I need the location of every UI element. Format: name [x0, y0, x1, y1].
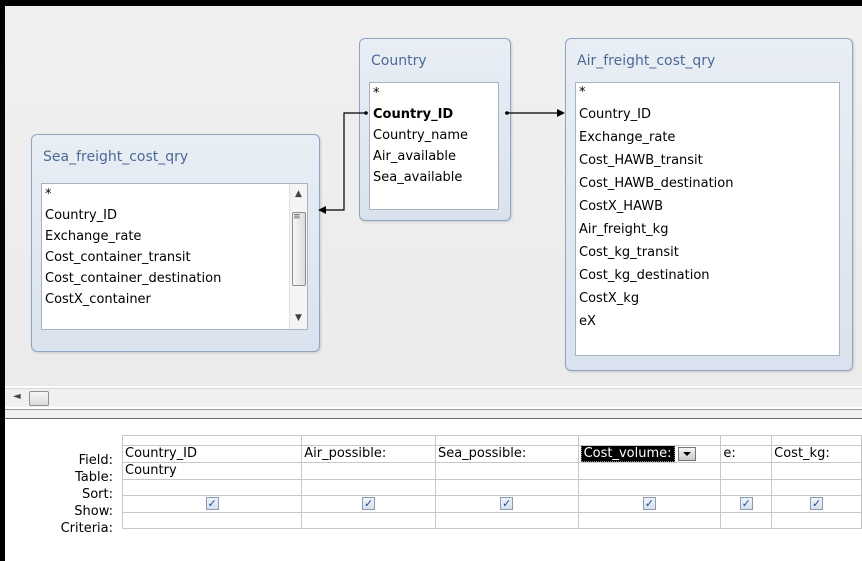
sort-row: [121, 479, 862, 496]
field-row: Country_ID Air_possible: Sea_possible: C…: [121, 445, 862, 463]
field-cell[interactable]: Country_ID: [121, 445, 303, 463]
table-country[interactable]: Country * Country_ID Country_name Air_av…: [359, 38, 511, 221]
field-item[interactable]: *: [42, 184, 307, 205]
row-label-criteria: Criteria:: [60, 521, 113, 536]
show-cell: ✓: [121, 495, 303, 513]
show-cell: ✓: [577, 495, 722, 513]
show-checkbox[interactable]: ✓: [739, 497, 753, 510]
show-cell: ✓: [771, 495, 862, 513]
horizontal-scrollbar[interactable]: ◄: [5, 388, 862, 407]
sort-cell[interactable]: [434, 479, 579, 496]
table-title: Air_freight_cost_qry: [577, 53, 716, 69]
field-item[interactable]: CostX_container: [42, 289, 307, 310]
column-selector[interactable]: [771, 435, 862, 446]
field-cell[interactable]: Sea_possible:: [434, 445, 579, 463]
field-item[interactable]: Cost_kg_transit: [576, 241, 839, 264]
column-selector[interactable]: [301, 435, 436, 446]
criteria-cell[interactable]: [577, 512, 722, 529]
field-cell[interactable]: Air_possible:: [301, 445, 436, 463]
field-item[interactable]: Exchange_rate: [42, 226, 307, 247]
vertical-scrollbar[interactable]: ▲ ≡ ▼: [289, 184, 307, 329]
field-item[interactable]: Cost_HAWB_destination: [576, 172, 839, 195]
grip-icon: ≡: [293, 212, 301, 222]
field-cell[interactable]: Cost_kg:: [771, 445, 862, 463]
criteria-cell[interactable]: [434, 512, 579, 529]
sort-cell[interactable]: [771, 479, 862, 496]
table-cell[interactable]: [301, 462, 436, 480]
field-item[interactable]: *: [370, 83, 498, 104]
column-selector[interactable]: [434, 435, 579, 446]
show-checkbox[interactable]: ✓: [810, 497, 824, 510]
table-cell[interactable]: [720, 462, 773, 480]
row-label-field: Field:: [78, 453, 113, 468]
selected-field-text[interactable]: Cost_volume:: [580, 446, 675, 462]
field-item[interactable]: CostX_HAWB: [576, 195, 839, 218]
table-cell[interactable]: [771, 462, 862, 480]
field-item[interactable]: Cost_container_destination: [42, 268, 307, 289]
scroll-down-arrow-icon[interactable]: ▼: [290, 310, 307, 327]
field-item[interactable]: eX: [576, 310, 839, 333]
criteria-cell[interactable]: [771, 512, 862, 529]
scroll-left-arrow-icon[interactable]: ◄: [13, 391, 21, 402]
field-item[interactable]: Exchange_rate: [576, 126, 839, 149]
field-item[interactable]: Cost_kg_destination: [576, 264, 839, 287]
field-item[interactable]: Country_ID: [576, 103, 839, 126]
criteria-row: [121, 512, 862, 529]
table-sea-freight-cost-qry[interactable]: Sea_freight_cost_qry * Country_ID Exchan…: [31, 134, 320, 352]
scroll-thumb[interactable]: [292, 212, 306, 286]
scroll-thumb[interactable]: [29, 391, 49, 406]
show-checkbox[interactable]: ✓: [362, 497, 376, 510]
field-cell[interactable]: e:: [720, 445, 773, 463]
table-title: Sea_freight_cost_qry: [43, 149, 189, 165]
dropdown-arrow-icon[interactable]: [677, 446, 696, 461]
show-checkbox[interactable]: ✓: [500, 497, 514, 510]
show-checkbox[interactable]: ✓: [205, 497, 219, 510]
column-selector[interactable]: [121, 435, 303, 446]
criteria-cell[interactable]: [121, 512, 303, 529]
design-pane: Sea_freight_cost_qry * Country_ID Exchan…: [5, 6, 862, 386]
column-selector[interactable]: [577, 435, 722, 446]
field-list[interactable]: * Country_ID Exchange_rate Cost_containe…: [41, 183, 308, 330]
field-item[interactable]: Cost_HAWB_transit: [576, 149, 839, 172]
row-label-show: Show:: [74, 504, 113, 519]
sort-cell[interactable]: [121, 479, 303, 496]
scroll-up-arrow-icon[interactable]: ▲: [290, 186, 307, 203]
show-row: ✓ ✓ ✓ ✓ ✓ ✓: [121, 495, 862, 513]
query-grid-area: Field: Table: Sort: Show: Criteria: Coun…: [5, 419, 862, 561]
show-cell: ✓: [434, 495, 579, 513]
field-item[interactable]: CostX_kg: [576, 287, 839, 310]
field-item[interactable]: *: [576, 83, 839, 103]
table-cell[interactable]: Country: [121, 462, 303, 480]
sort-cell[interactable]: [577, 479, 722, 496]
criteria-cell[interactable]: [720, 512, 773, 529]
field-item[interactable]: Sea_available: [370, 167, 498, 188]
sort-cell[interactable]: [301, 479, 436, 496]
table-cell[interactable]: [577, 462, 722, 480]
column-selector[interactable]: [720, 435, 773, 446]
field-item[interactable]: Air_freight_kg: [576, 218, 839, 241]
field-item[interactable]: Country_ID: [42, 205, 307, 226]
column-selector-row: [121, 435, 862, 446]
row-label-sort: Sort:: [81, 487, 113, 502]
field-cell-active[interactable]: Cost_volume:: [577, 445, 722, 463]
field-list[interactable]: * Country_ID Country_name Air_available …: [369, 82, 499, 210]
field-list[interactable]: * Country_ID Exchange_rate Cost_HAWB_tra…: [575, 82, 840, 356]
table-cell[interactable]: [434, 462, 579, 480]
criteria-cell[interactable]: [301, 512, 436, 529]
show-cell: ✓: [720, 495, 773, 513]
field-item[interactable]: Cost_container_transit: [42, 247, 307, 268]
field-item[interactable]: Country_name: [370, 125, 498, 146]
sort-cell[interactable]: [720, 479, 773, 496]
table-row: Country: [121, 462, 862, 480]
show-cell: ✓: [301, 495, 436, 513]
table-air-freight-cost-qry[interactable]: Air_freight_cost_qry * Country_ID Exchan…: [565, 38, 853, 371]
query-design-grid: Country_ID Air_possible: Sea_possible: C…: [121, 435, 862, 529]
field-item[interactable]: Air_available: [370, 146, 498, 167]
primary-key-field[interactable]: Country_ID: [370, 104, 498, 125]
table-title: Country: [371, 53, 427, 69]
row-label-table: Table:: [75, 470, 113, 485]
show-checkbox[interactable]: ✓: [642, 497, 656, 510]
